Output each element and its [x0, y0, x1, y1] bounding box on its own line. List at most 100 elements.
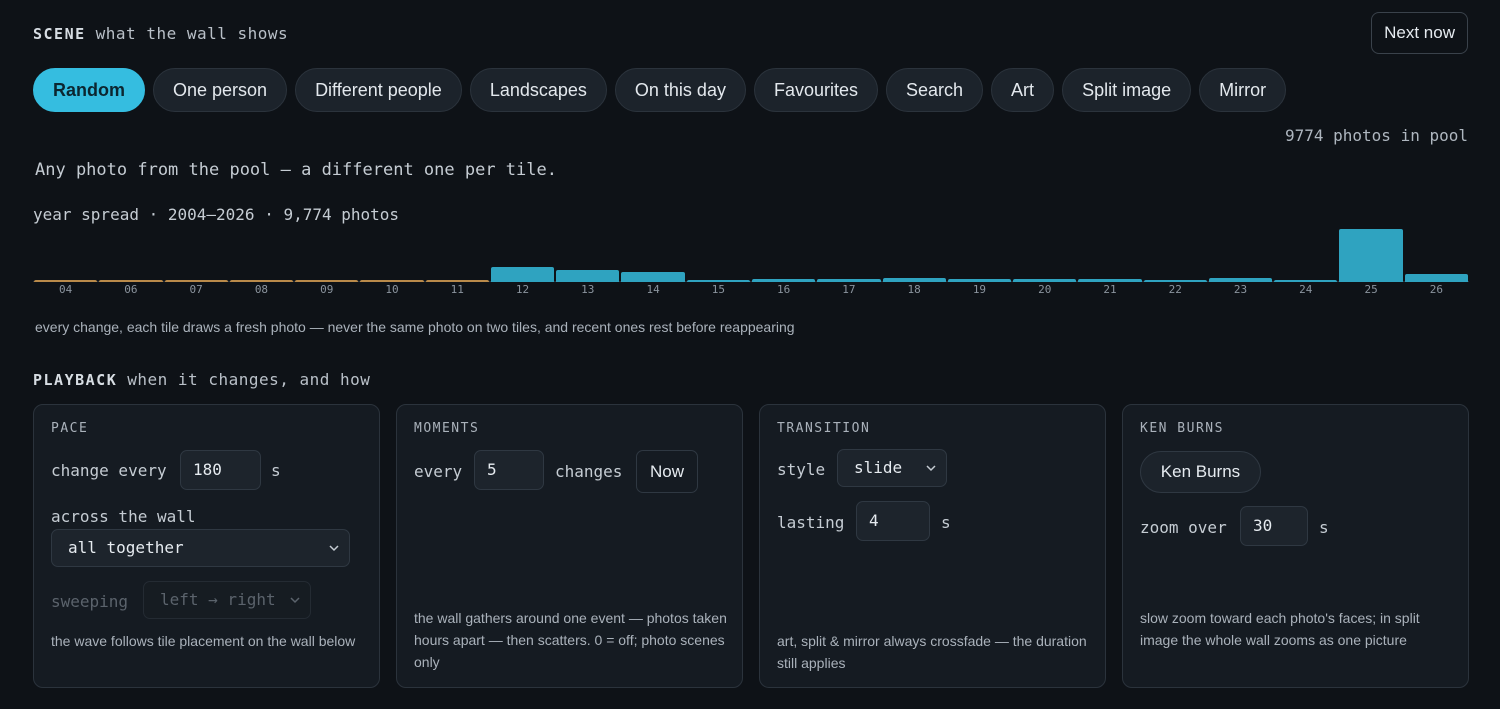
histogram-tick-label: 10	[385, 283, 399, 296]
histogram-tick-label: 26	[1429, 283, 1443, 296]
histogram-tick-label: 21	[1103, 283, 1117, 296]
histogram-tick-label: 24	[1299, 283, 1313, 296]
histogram-tick-label: 04	[59, 283, 73, 296]
year-histogram	[33, 222, 1469, 282]
tab-landscapes[interactable]: Landscapes	[469, 68, 607, 112]
pool-count: 9774 photos in pool	[1284, 126, 1468, 145]
histogram-bar	[229, 280, 294, 282]
tab-one-person[interactable]: One person	[153, 68, 288, 112]
tab-search[interactable]: Search	[886, 68, 984, 112]
histogram-tick-label: 18	[907, 283, 921, 296]
histogram-tick-label: 19	[972, 283, 987, 296]
transition-style-value: slide	[854, 458, 903, 477]
change-every-input[interactable]: 180	[180, 450, 261, 490]
moments-now-button[interactable]: Now	[636, 450, 698, 493]
histogram-bar	[947, 279, 1012, 282]
pace-title: PACE	[51, 421, 89, 436]
pace-card: PACE change every 180 s across the wall …	[33, 404, 380, 688]
histogram-tick-label: 20	[1038, 283, 1052, 296]
histogram-bar	[34, 280, 98, 282]
sweeping-label: sweeping	[51, 592, 129, 611]
histogram-bar	[295, 280, 359, 282]
transition-lasting-label: lasting	[777, 513, 845, 532]
histogram-bar	[817, 279, 881, 282]
histogram-tick-label: 25	[1364, 283, 1378, 296]
playback-subtitle: when it changes, and how	[127, 370, 371, 389]
scene-tabs: Random One person Different people Landscap…	[33, 68, 1287, 112]
transition-style-select[interactable]: slide	[837, 449, 947, 487]
histogram-bar	[1078, 279, 1142, 282]
moments-note: the wall gathers around one event — phot…	[414, 610, 727, 670]
histogram-tick-label: 06	[124, 283, 138, 296]
transition-lasting-input[interactable]: 4	[856, 501, 930, 541]
across-wall-label: across the wall	[51, 507, 196, 526]
moments-title: MOMENTS	[414, 421, 480, 436]
histogram-bar	[686, 280, 750, 282]
histogram-tick-label: 14	[646, 283, 660, 296]
moments-every-label: every	[414, 462, 463, 481]
histogram-bar	[556, 270, 620, 282]
histogram-tick-label: 15	[711, 283, 725, 296]
playback-cards: PACE change every 180 s across the wall …	[33, 404, 1469, 688]
zoom-over-label: zoom over	[1140, 518, 1227, 537]
sweeping-value: left → right	[160, 590, 276, 609]
histogram-tick-label: 07	[189, 283, 203, 296]
across-wall-value: all together	[68, 538, 184, 557]
histogram-bar	[882, 278, 946, 282]
ken-burns-card: KEN BURNS Ken Burns zoom over 30 s slow …	[1122, 404, 1469, 688]
chevron-down-icon	[290, 597, 300, 604]
histogram-bar	[1143, 280, 1207, 282]
histogram-tick-label: 12	[515, 283, 530, 296]
tab-on-this-day[interactable]: On this day	[614, 68, 746, 112]
playback-label: PLAYBACK	[33, 371, 118, 389]
histogram-tick-label: 16	[777, 283, 791, 296]
transition-title: TRANSITION	[777, 421, 871, 436]
scene-header: SCENE what the wall shows	[33, 24, 288, 43]
tab-different-people[interactable]: Different people	[295, 68, 462, 112]
histogram-bar	[490, 267, 555, 282]
histogram-bar	[1274, 280, 1338, 282]
histogram-tick-label: 09	[320, 283, 334, 296]
histogram-bar	[1339, 229, 1403, 282]
sweeping-select[interactable]: left → right	[143, 581, 311, 619]
moments-every-input[interactable]: 5	[474, 450, 544, 490]
histogram-bar	[1013, 279, 1077, 282]
zoom-over-unit: s	[1319, 518, 1329, 537]
transition-card: TRANSITION style slide lasting 4 s art, …	[759, 404, 1106, 688]
across-wall-select[interactable]: all together	[51, 529, 350, 567]
histogram-bar	[164, 280, 228, 282]
tab-split-image[interactable]: Split image	[1062, 68, 1192, 112]
histogram-tick-label: 13	[581, 283, 595, 296]
histogram-tick-label: 11	[450, 283, 464, 296]
histogram-bar	[99, 280, 163, 282]
histogram-bar	[752, 279, 816, 282]
scene-label: SCENE	[33, 25, 86, 43]
histogram-bar	[621, 272, 685, 282]
histogram-tick-label: 23	[1233, 283, 1248, 296]
pace-note: the wave follows tile placement on the w…	[51, 633, 356, 649]
histogram-bar	[1404, 274, 1468, 282]
moments-card: MOMENTS every 5 changes Now the wall gat…	[396, 404, 743, 688]
scene-subtitle: what the wall shows	[95, 24, 289, 43]
next-now-button[interactable]: Next now	[1371, 12, 1468, 54]
histogram-note: every change, each tile draws a fresh ph…	[35, 319, 795, 335]
zoom-over-input[interactable]: 30	[1240, 506, 1308, 546]
transition-lasting-unit: s	[941, 513, 951, 532]
histogram-tick-label: 17	[842, 283, 856, 296]
tab-art[interactable]: Art	[991, 68, 1055, 112]
ken-burns-toggle[interactable]: Ken Burns	[1140, 451, 1261, 493]
tab-random[interactable]: Random	[33, 68, 145, 112]
histogram-tick-label: 08	[254, 283, 269, 296]
transition-note: art, split & mirror always crossfade — t…	[777, 633, 1087, 671]
change-every-label: change every	[51, 461, 167, 480]
histogram-bar	[425, 280, 489, 282]
tab-mirror[interactable]: Mirror	[1199, 68, 1287, 112]
transition-style-label: style	[777, 460, 826, 479]
playback-header: PLAYBACK when it changes, and how	[33, 370, 370, 389]
ken-burns-title: KEN BURNS	[1140, 421, 1224, 436]
histogram-tick-label: 22	[1168, 283, 1182, 296]
chevron-down-icon	[329, 545, 339, 552]
moments-changes-label: changes	[555, 462, 623, 481]
scene-description: Any photo from the pool — a different on…	[35, 160, 557, 180]
tab-favourites[interactable]: Favourites	[753, 68, 878, 112]
